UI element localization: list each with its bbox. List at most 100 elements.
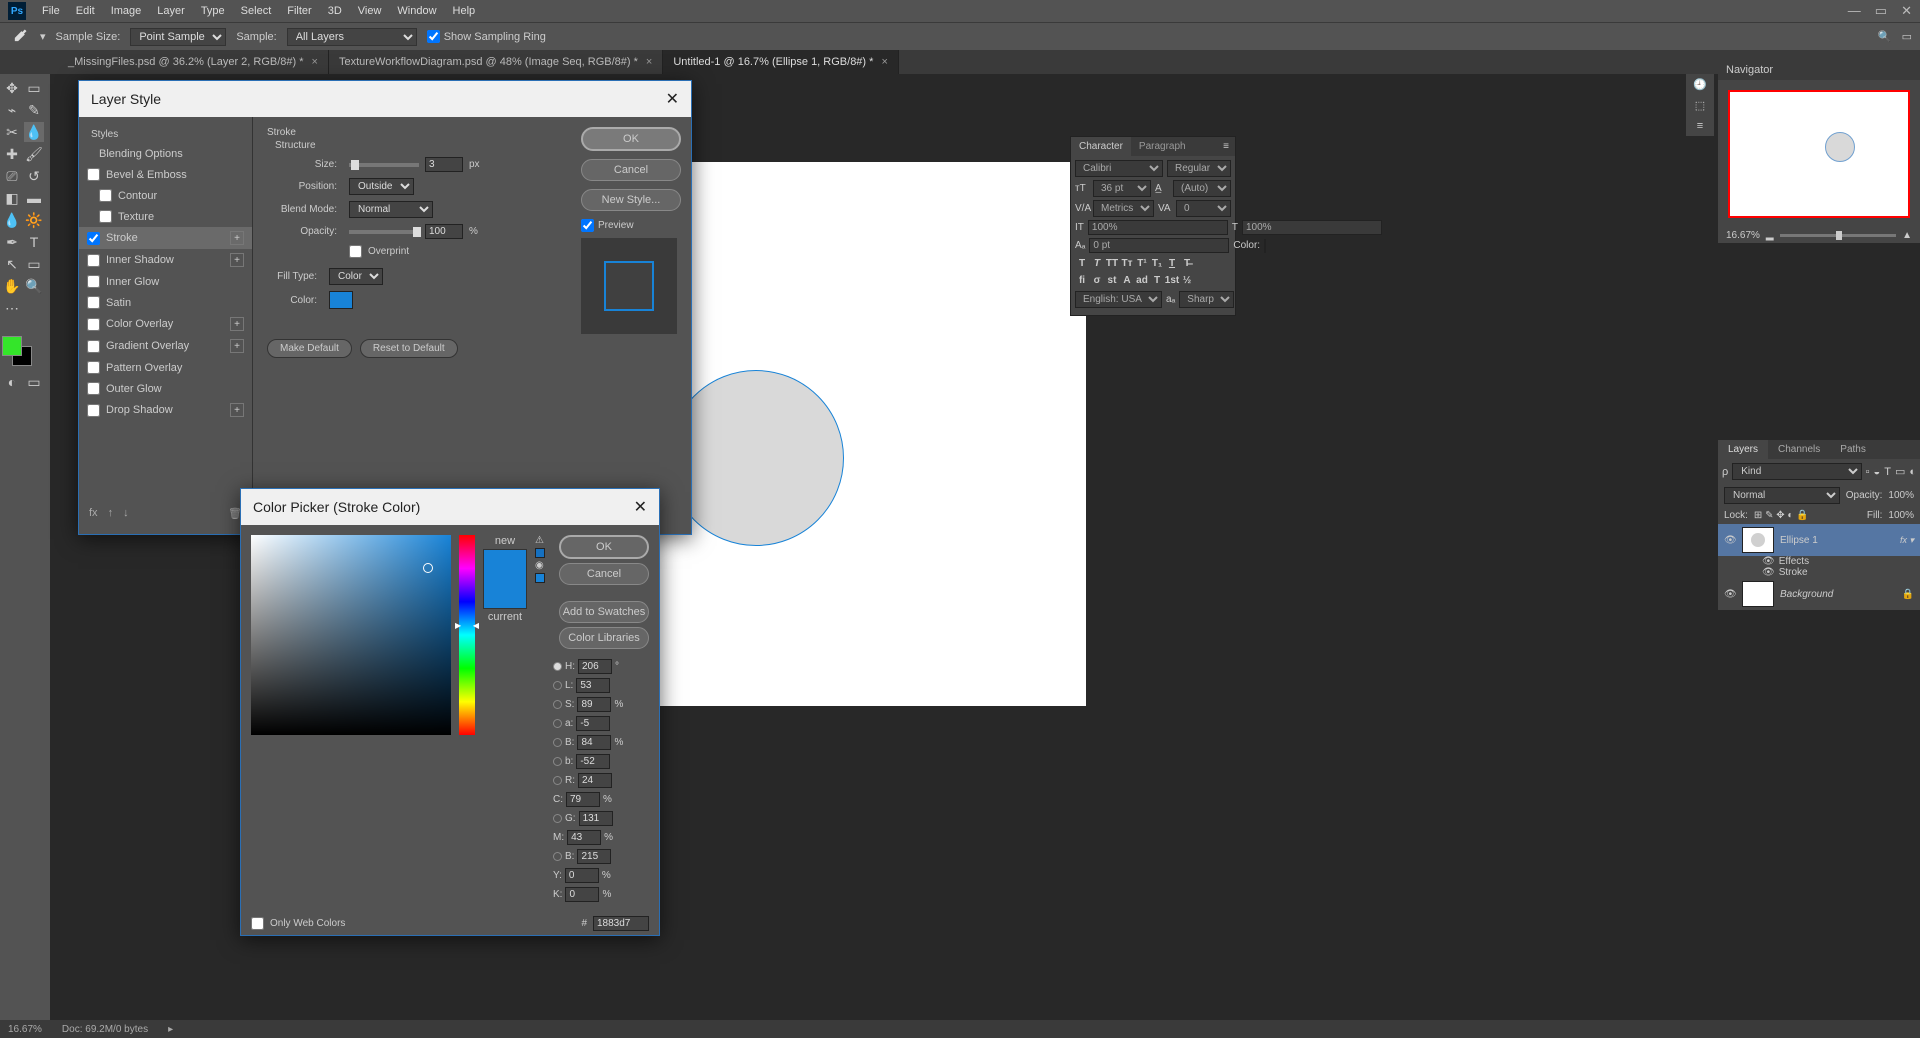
position-select[interactable]: Outside — [349, 178, 414, 195]
move-tool[interactable]: ✥ — [2, 78, 22, 98]
layer-effects-row[interactable]: 👁Effects — [1718, 556, 1920, 567]
document-tab[interactable]: Untitled-1 @ 16.7% (Ellipse 1, RGB/8#) *… — [663, 50, 899, 74]
maximize-icon[interactable]: ▭ — [1875, 3, 1887, 19]
g-input[interactable] — [579, 811, 613, 826]
language-select[interactable]: English: USA — [1075, 291, 1162, 308]
effect-bevel-emboss[interactable]: Bevel & Emboss — [79, 164, 252, 185]
menu-file[interactable]: File — [34, 5, 68, 17]
panel-menu-icon[interactable]: ≡ — [1217, 137, 1235, 156]
a-input[interactable] — [576, 716, 610, 731]
preview-checkbox[interactable] — [581, 219, 594, 232]
r-input[interactable] — [578, 773, 612, 788]
baseline-input[interactable] — [1089, 238, 1229, 253]
bold-button[interactable]: T — [1075, 256, 1089, 270]
reset-default-button[interactable]: Reset to Default — [360, 339, 458, 358]
m-input[interactable] — [567, 830, 601, 845]
blur-tool[interactable]: 💧 — [2, 210, 22, 230]
layer-filter-select[interactable]: Kind — [1732, 463, 1861, 480]
warning-icon[interactable]: ⚠ — [535, 535, 545, 546]
hex-input[interactable] — [593, 916, 649, 931]
ok-button[interactable]: OK — [581, 127, 681, 151]
hand-tool[interactable]: ✋ — [2, 276, 22, 296]
effect-pattern-overlay[interactable]: Pattern Overlay — [79, 357, 252, 378]
close-icon[interactable]: ✕ — [634, 497, 647, 517]
sample-select[interactable]: All Layers — [287, 28, 417, 46]
zoom-out-icon[interactable]: ▂ — [1766, 230, 1774, 241]
lab-b-input[interactable] — [576, 754, 610, 769]
smallcaps-button[interactable]: Tᴛ — [1120, 256, 1134, 270]
effect-drop-shadow[interactable]: Drop Shadow+ — [79, 399, 252, 421]
tab-layers[interactable]: Layers — [1718, 440, 1768, 459]
size-slider[interactable] — [349, 163, 419, 167]
menu-help[interactable]: Help — [445, 5, 484, 17]
effect-texture[interactable]: Texture — [79, 206, 252, 227]
lab-b-radio[interactable] — [553, 757, 562, 766]
gradient-tool[interactable]: ▬ — [24, 188, 44, 208]
marquee-tool[interactable]: ▭ — [24, 78, 44, 98]
font-size-select[interactable]: 36 pt — [1093, 180, 1151, 197]
effect-gradient-overlay[interactable]: Gradient Overlay+ — [79, 335, 252, 357]
history-icon[interactable]: 🕘 — [1693, 78, 1707, 91]
heal-tool[interactable]: ✚ — [2, 144, 22, 164]
add-effect-icon[interactable]: + — [230, 403, 244, 417]
lasso-tool[interactable]: ⌁ — [2, 100, 22, 120]
kerning-select[interactable]: Metrics — [1093, 200, 1154, 217]
tab-close-icon[interactable]: × — [312, 56, 318, 68]
opacity-slider[interactable] — [349, 230, 419, 234]
bv-input[interactable] — [577, 849, 611, 864]
minimize-icon[interactable]: — — [1848, 3, 1861, 19]
menu-image[interactable]: Image — [103, 5, 150, 17]
workspace-icon[interactable]: ▭ — [1902, 30, 1912, 43]
menu-view[interactable]: View — [350, 5, 390, 17]
menu-select[interactable]: Select — [233, 5, 280, 17]
brush-tool[interactable]: 🖌 — [24, 144, 44, 164]
navigator-tab[interactable]: Navigator — [1718, 60, 1920, 80]
allcaps-button[interactable]: TT — [1105, 256, 1119, 270]
screen-mode-icon[interactable]: ▭ — [24, 372, 44, 392]
fx-icon[interactable]: fx — [89, 507, 98, 520]
menu-edit[interactable]: Edit — [68, 5, 103, 17]
color-swatches[interactable] — [2, 330, 42, 370]
bv-radio[interactable] — [553, 852, 562, 861]
zoom-in-icon[interactable]: ▲ — [1902, 230, 1912, 241]
vscale-input[interactable] — [1088, 220, 1228, 235]
a-radio[interactable] — [553, 719, 562, 728]
font-family-select[interactable]: Calibri — [1075, 160, 1163, 177]
quick-mask-icon[interactable]: ◐ — [2, 372, 22, 392]
add-effect-icon[interactable]: + — [230, 231, 244, 245]
menu-3d[interactable]: 3D — [320, 5, 350, 17]
color-libraries-button[interactable]: Color Libraries — [559, 627, 649, 649]
size-input[interactable] — [425, 157, 463, 172]
add-swatches-button[interactable]: Add to Swatches — [559, 601, 649, 623]
opacity-input[interactable] — [425, 224, 463, 239]
k-input[interactable] — [565, 887, 599, 902]
tab-character[interactable]: Character — [1071, 137, 1131, 156]
zoom-tool[interactable]: 🔍 — [24, 276, 44, 296]
blending-options[interactable]: Blending Options — [79, 144, 252, 164]
tab-close-icon[interactable]: × — [881, 56, 887, 68]
fill-type-select[interactable]: Color — [329, 268, 383, 285]
adjustments-icon[interactable]: ≡ — [1697, 120, 1703, 132]
italic-button[interactable]: T — [1090, 256, 1104, 270]
s-radio[interactable] — [553, 700, 562, 709]
history-brush-tool[interactable]: ↺ — [24, 166, 44, 186]
underline-button[interactable]: T — [1165, 256, 1179, 270]
tab-channels[interactable]: Channels — [1768, 440, 1830, 459]
eyedropper-tool[interactable]: 💧 — [24, 122, 44, 142]
menu-type[interactable]: Type — [193, 5, 233, 17]
s-input[interactable] — [577, 697, 611, 712]
strike-button[interactable]: T̶ — [1180, 256, 1194, 270]
type-tool[interactable]: T — [24, 232, 44, 252]
h-input[interactable] — [578, 659, 612, 674]
font-style-select[interactable]: Regular — [1167, 160, 1231, 177]
websafe-swatch[interactable] — [535, 573, 545, 583]
effect-inner-shadow[interactable]: Inner Shadow+ — [79, 249, 252, 271]
shape-tool[interactable]: ▭ — [24, 254, 44, 274]
y-input[interactable] — [565, 868, 599, 883]
tab-close-icon[interactable]: × — [646, 56, 652, 68]
stroke-color-swatch[interactable] — [329, 291, 353, 309]
ligature-button[interactable]: fi — [1075, 273, 1089, 287]
menu-layer[interactable]: Layer — [149, 5, 193, 17]
tab-paths[interactable]: Paths — [1830, 440, 1876, 459]
zoom-level[interactable]: 16.67% — [8, 1024, 42, 1035]
